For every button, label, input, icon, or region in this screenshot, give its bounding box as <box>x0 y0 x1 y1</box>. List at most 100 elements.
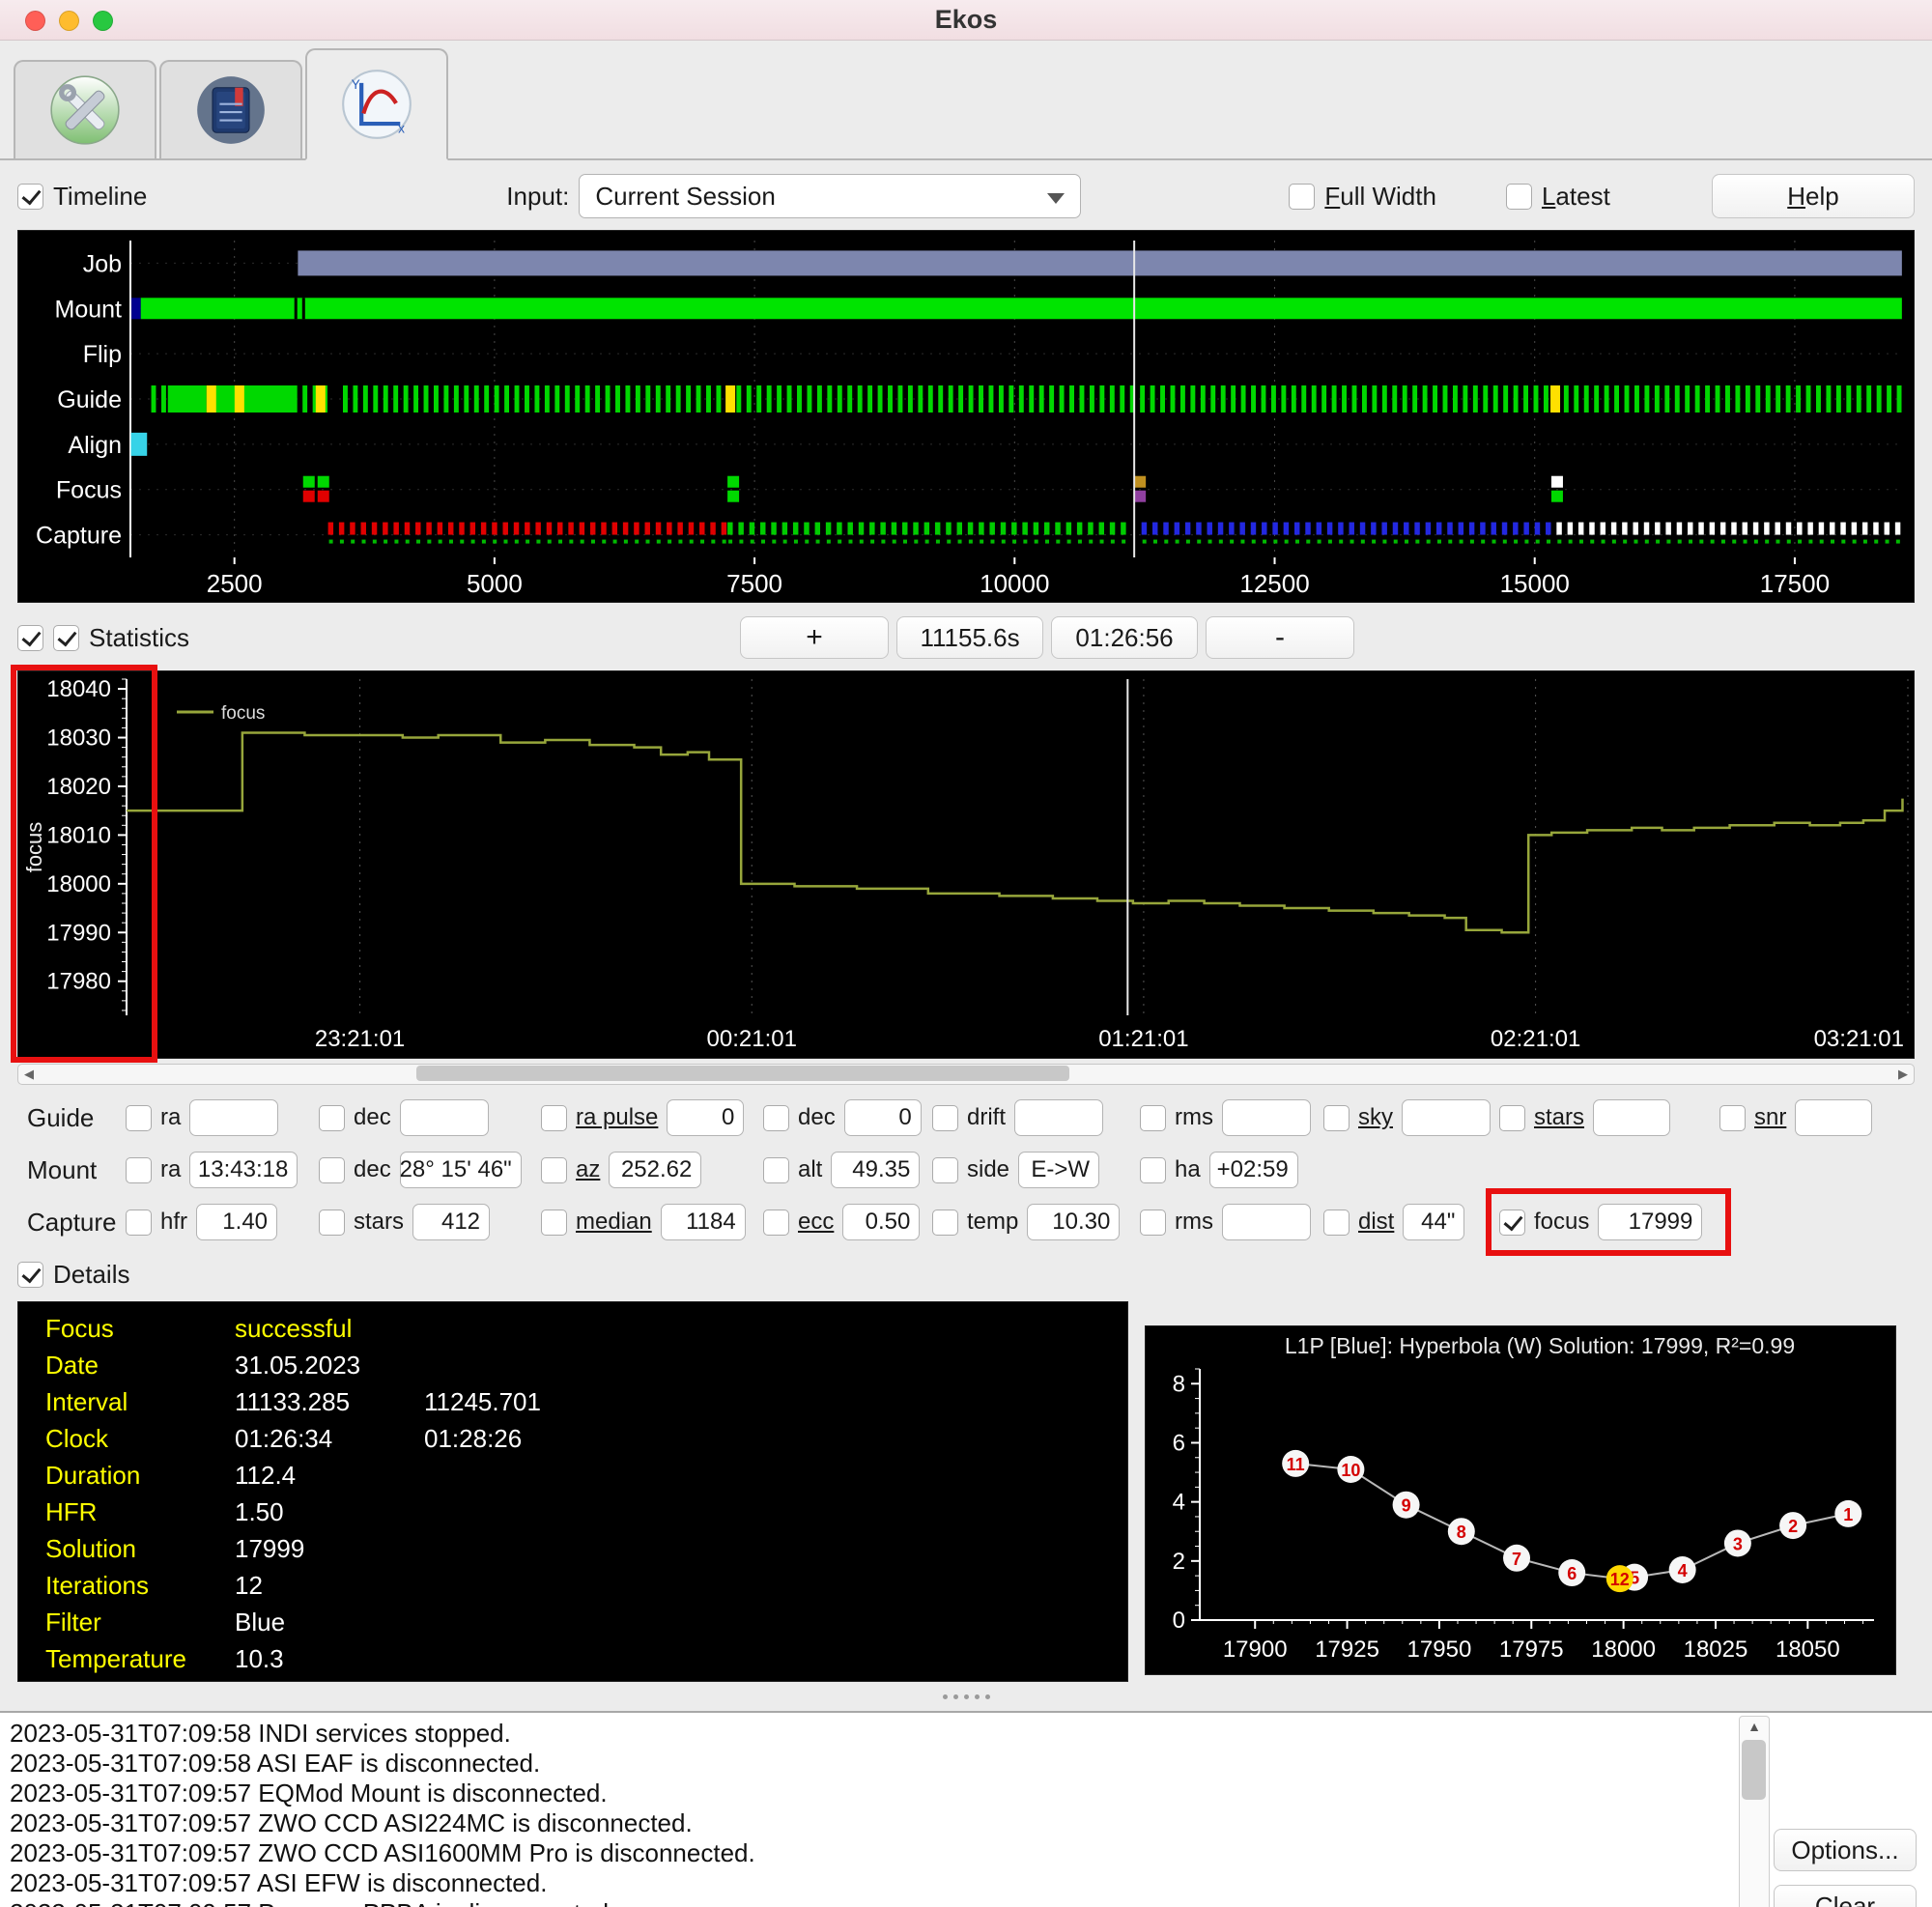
hfr-checkbox[interactable] <box>126 1209 152 1236</box>
svg-text:7: 7 <box>1512 1550 1521 1569</box>
drift-checkbox[interactable] <box>932 1104 958 1131</box>
ra-value-field[interactable]: 13:43:18 <box>189 1152 298 1188</box>
ecc-checkbox[interactable] <box>763 1209 789 1236</box>
ecc-value-field[interactable]: 0.50 <box>842 1204 921 1240</box>
ra-checkbox[interactable] <box>126 1104 152 1131</box>
stars-value-field[interactable] <box>1593 1099 1671 1136</box>
rms-value-field[interactable] <box>1221 1099 1311 1136</box>
detail-row-focus: Focus successful <box>18 1310 1127 1347</box>
drift-value-field[interactable] <box>1014 1099 1104 1136</box>
svg-text:17980: 17980 <box>46 969 111 995</box>
timeline-controls-bar: Timeline Input: Current Session Full Wid… <box>17 172 1915 220</box>
ra-value-field[interactable] <box>189 1099 279 1136</box>
tab-logs[interactable] <box>159 60 302 158</box>
scroll-up-icon[interactable]: ▲ <box>1740 1719 1769 1734</box>
dist-value-field[interactable]: 44" <box>1403 1204 1465 1240</box>
alt-value-field[interactable]: 49.35 <box>831 1152 921 1188</box>
svg-text:Focus: Focus <box>56 477 122 504</box>
log-panel[interactable]: 2023-05-31T07:09:58 INDI services stoppe… <box>0 1711 1932 1907</box>
focus-value-field[interactable]: 17999 <box>1598 1204 1703 1240</box>
svg-text:9: 9 <box>1402 1496 1411 1516</box>
detail-row-date: Date 31.05.2023 <box>18 1347 1127 1383</box>
session-details-panel: Focus successful Date 31.05.2023 Interval 111… <box>17 1301 1128 1682</box>
statistics-checkbox[interactable] <box>53 624 79 651</box>
stars-checkbox[interactable] <box>319 1209 345 1236</box>
stat-row-guide: Guide ra dec ra pulse 0 dec 0 drift rms sky stars s… <box>17 1096 1915 1139</box>
dec-checkbox[interactable] <box>763 1104 789 1131</box>
side-checkbox[interactable] <box>932 1156 958 1183</box>
close-button[interactable] <box>25 11 45 31</box>
focus-checkbox[interactable] <box>1499 1209 1525 1236</box>
dist-checkbox[interactable] <box>1323 1209 1350 1236</box>
splitter-handle[interactable] <box>0 1682 1932 1711</box>
svg-text:17900: 17900 <box>1223 1637 1288 1663</box>
zoom-button[interactable] <box>93 11 113 31</box>
full-width-checkbox[interactable] <box>1289 183 1316 210</box>
side-value-field[interactable]: E->W <box>1018 1152 1100 1188</box>
latest-checkbox[interactable] <box>1505 183 1532 210</box>
rms-checkbox[interactable] <box>1140 1104 1166 1131</box>
detail-label: Date <box>45 1350 99 1380</box>
stat-guide-dec: dec <box>319 1099 541 1136</box>
zoom-out-button[interactable]: - <box>1206 616 1355 659</box>
traffic-lights <box>25 11 113 31</box>
median-value-field[interactable]: 1184 <box>660 1204 746 1240</box>
stars-checkbox[interactable] <box>1499 1104 1525 1131</box>
rms-value-field[interactable] <box>1221 1204 1311 1240</box>
input-session-select[interactable]: Current Session <box>579 174 1082 218</box>
ha-checkbox[interactable] <box>1140 1156 1166 1183</box>
minimize-button[interactable] <box>59 11 79 31</box>
window-title: Ekos <box>934 5 998 34</box>
temp-value-field[interactable]: 10.30 <box>1027 1204 1121 1240</box>
svg-text:Job: Job <box>83 250 122 277</box>
help-button[interactable]: Help <box>1712 174 1915 218</box>
svg-text:02:21:01: 02:21:01 <box>1491 1026 1580 1052</box>
dec-checkbox[interactable] <box>319 1156 345 1183</box>
sky-value-field[interactable] <box>1402 1099 1491 1136</box>
focus-vcurve-chart[interactable]: L1P [Blue]: Hyperbola (W) Solution: 1799… <box>1145 1325 1896 1675</box>
az-value-field[interactable]: 252.62 <box>609 1152 702 1188</box>
clear-button[interactable]: Clear <box>1774 1885 1917 1907</box>
scroll-left-icon[interactable]: ◀ <box>24 1066 34 1082</box>
snr-checkbox[interactable] <box>1719 1104 1746 1131</box>
temp-checkbox[interactable] <box>932 1209 958 1236</box>
vscroll-thumb[interactable] <box>1742 1740 1766 1800</box>
svg-text:6: 6 <box>1173 1430 1185 1456</box>
snr-value-field[interactable] <box>1795 1099 1873 1136</box>
stat-capture-rms: rms <box>1140 1204 1323 1240</box>
statistics-hscrollbar[interactable]: ◀ ▶ <box>17 1064 1915 1085</box>
details-checkbox[interactable] <box>17 1261 43 1288</box>
alt-checkbox[interactable] <box>763 1156 789 1183</box>
stat-guide-stars: stars <box>1499 1099 1719 1136</box>
detail-label: Clock <box>45 1423 109 1453</box>
az-checkbox[interactable] <box>541 1156 567 1183</box>
hfr-value-field[interactable]: 1.40 <box>196 1204 278 1240</box>
timeline-chart[interactable]: Job Mount Flip Guide Align Focus Capture 2500 50… <box>17 230 1915 603</box>
scroll-right-icon[interactable]: ▶ <box>1898 1066 1908 1082</box>
statistics-checkbox-left[interactable] <box>17 624 43 651</box>
rms-checkbox[interactable] <box>1140 1209 1166 1236</box>
tab-setup[interactable] <box>14 60 156 158</box>
svg-text:L1P [Blue]: Hyperbola (W) Solu: L1P [Blue]: Hyperbola (W) Solution: 1799… <box>1285 1333 1795 1358</box>
statistics-chart[interactable]: 17980 17990 18000 18010 18020 18030 18040 23:21… <box>11 665 1915 1063</box>
timeline-checkbox[interactable] <box>17 183 43 210</box>
detail-row-hfr: HFR 1.50 <box>18 1494 1127 1530</box>
dec-value-field[interactable] <box>399 1099 489 1136</box>
ha-value-field[interactable]: +02:59 <box>1208 1152 1298 1188</box>
dec-value-field[interactable]: 28° 15' 46" <box>400 1152 522 1188</box>
zoom-in-button[interactable]: + <box>740 616 890 659</box>
stars-value-field[interactable]: 412 <box>412 1204 491 1240</box>
svg-text:17990: 17990 <box>46 920 111 946</box>
hscroll-thumb[interactable] <box>416 1066 1069 1081</box>
ra-checkbox[interactable] <box>126 1156 152 1183</box>
tab-analyze[interactable]: Y x <box>305 48 448 160</box>
median-checkbox[interactable] <box>541 1209 567 1236</box>
dec-value-field[interactable]: 0 <box>843 1099 922 1136</box>
sky-checkbox[interactable] <box>1323 1104 1350 1131</box>
chevron-down-icon <box>1047 193 1065 204</box>
ra-pulse-checkbox[interactable] <box>541 1104 567 1131</box>
log-scrollbar[interactable]: ▲ ▼ <box>1739 1716 1770 1907</box>
options-button[interactable]: Options... <box>1774 1829 1917 1871</box>
dec-checkbox[interactable] <box>319 1104 345 1131</box>
ra-pulse-value-field[interactable]: 0 <box>667 1099 745 1136</box>
